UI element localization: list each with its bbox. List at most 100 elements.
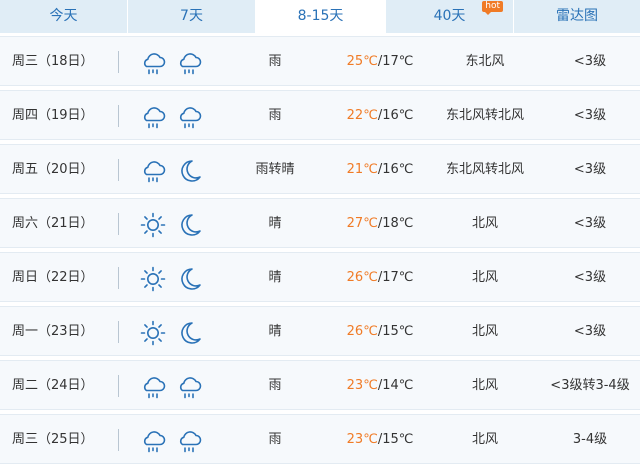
low-temp: /17℃ bbox=[377, 270, 414, 285]
temperature: 23℃/15℃ bbox=[335, 415, 425, 465]
forecast-tabs: 今天 7天 8-15天 40天 hot 雷达图 bbox=[0, 0, 640, 33]
tab-today[interactable]: 今天 bbox=[0, 0, 128, 33]
forecast-row: 周日（22日） 晴 26℃/17℃ 北风 <3级 bbox=[0, 252, 640, 302]
day-label: 周三（18日） bbox=[12, 54, 94, 69]
day-label: 周六（21日） bbox=[12, 216, 94, 231]
low-temp: /14℃ bbox=[377, 378, 414, 393]
tab-8-15-days[interactable]: 8-15天 bbox=[256, 0, 386, 33]
weather-desc: 雨 bbox=[268, 108, 282, 123]
day-label: 周三（25日） bbox=[12, 432, 94, 447]
forecast-row: 周一（23日） 晴 26℃/15℃ 北风 <3级 bbox=[0, 306, 640, 356]
weather-desc: 晴 bbox=[268, 324, 282, 339]
sun-icon bbox=[140, 212, 166, 238]
forecast-row: 周三（18日） 雨 25℃/17℃ 东北风 <3级 bbox=[0, 36, 640, 86]
divider bbox=[118, 429, 119, 451]
wind-direction: 北风 bbox=[471, 378, 498, 393]
wind-level: <3级 bbox=[573, 108, 607, 123]
day-label: 周五（20日） bbox=[12, 162, 94, 177]
moon-icon bbox=[181, 160, 201, 182]
high-temp: 21℃ bbox=[346, 162, 378, 177]
high-temp: 26℃ bbox=[346, 270, 378, 285]
divider bbox=[118, 267, 119, 289]
day-label: 周二（24日） bbox=[12, 378, 94, 393]
day-label: 周一（23日） bbox=[12, 324, 94, 339]
divider bbox=[118, 213, 119, 235]
forecast-row: 周三（25日） 雨 23℃/15℃ 北风 3-4级 bbox=[0, 414, 640, 464]
wind-direction: 东北风转北风 bbox=[445, 162, 524, 177]
temperature: 22℃/16℃ bbox=[335, 91, 425, 141]
low-temp: /16℃ bbox=[377, 162, 414, 177]
hot-badge: hot bbox=[482, 1, 503, 15]
tab-label: 今天 bbox=[49, 8, 78, 24]
temperature: 25℃/17℃ bbox=[335, 37, 425, 87]
forecast-row: 周二（24日） 雨 23℃/14℃ 北风 <3级转3-4级 bbox=[0, 360, 640, 410]
moon-icon bbox=[181, 214, 201, 236]
rain-cloud-icon bbox=[179, 377, 202, 399]
tab-label: 8-15天 bbox=[297, 8, 344, 24]
tab-label: 雷达图 bbox=[556, 8, 598, 24]
sun-icon bbox=[140, 320, 166, 346]
forecast-row: 周五（20日） 雨转晴 21℃/16℃ 东北风转北风 <3级 bbox=[0, 144, 640, 194]
weather-desc: 雨 bbox=[268, 378, 282, 393]
wind-direction: 北风 bbox=[471, 270, 498, 285]
wind-direction: 北风 bbox=[471, 216, 498, 231]
wind-direction: 北风 bbox=[471, 432, 498, 447]
weather-desc: 雨 bbox=[268, 432, 282, 447]
low-temp: /15℃ bbox=[377, 432, 414, 447]
wind-level: <3级 bbox=[573, 54, 607, 69]
day-label: 周四（19日） bbox=[12, 108, 94, 123]
divider bbox=[118, 321, 119, 343]
weather-desc: 晴 bbox=[268, 216, 282, 231]
tab-40-days[interactable]: 40天 hot bbox=[386, 0, 514, 33]
temperature: 27℃/18℃ bbox=[335, 199, 425, 249]
moon-icon bbox=[181, 322, 201, 344]
wind-direction: 北风 bbox=[471, 324, 498, 339]
high-temp: 27℃ bbox=[346, 216, 378, 231]
rain-cloud-icon bbox=[179, 107, 202, 129]
temperature: 26℃/17℃ bbox=[335, 253, 425, 303]
tab-label: 7天 bbox=[180, 8, 203, 24]
wind-level: <3级 bbox=[573, 216, 607, 231]
high-temp: 26℃ bbox=[346, 324, 378, 339]
tab-7-days[interactable]: 7天 bbox=[128, 0, 256, 33]
rain-cloud-icon bbox=[143, 431, 166, 453]
temperature: 21℃/16℃ bbox=[335, 145, 425, 195]
rain-cloud-icon bbox=[179, 431, 202, 453]
temperature: 23℃/14℃ bbox=[335, 361, 425, 411]
weather-desc: 雨转晴 bbox=[255, 162, 295, 177]
temperature: 26℃/15℃ bbox=[335, 307, 425, 357]
rain-cloud-icon bbox=[143, 161, 166, 183]
low-temp: /15℃ bbox=[377, 324, 414, 339]
high-temp: 23℃ bbox=[346, 432, 378, 447]
weather-desc: 雨 bbox=[268, 54, 282, 69]
high-temp: 25℃ bbox=[346, 54, 378, 69]
low-temp: /18℃ bbox=[377, 216, 414, 231]
low-temp: /17℃ bbox=[377, 54, 414, 69]
wind-level: <3级 bbox=[573, 270, 607, 285]
weather-desc: 晴 bbox=[268, 270, 282, 285]
low-temp: /16℃ bbox=[377, 108, 414, 123]
high-temp: 22℃ bbox=[346, 108, 378, 123]
moon-icon bbox=[181, 268, 201, 290]
wind-direction: 东北风转北风 bbox=[445, 108, 524, 123]
wind-direction: 东北风 bbox=[465, 54, 505, 69]
wind-level: <3级 bbox=[573, 324, 607, 339]
divider bbox=[118, 159, 119, 181]
divider bbox=[118, 375, 119, 397]
divider bbox=[118, 51, 119, 73]
tab-label: 40天 bbox=[433, 8, 466, 24]
wind-level: <3级转3-4级 bbox=[550, 378, 630, 393]
tab-radar[interactable]: 雷达图 bbox=[514, 0, 640, 33]
day-label: 周日（22日） bbox=[12, 270, 94, 285]
forecast-row: 周四（19日） 雨 22℃/16℃ 东北风转北风 <3级 bbox=[0, 90, 640, 140]
rain-cloud-icon bbox=[143, 107, 166, 129]
wind-level: <3级 bbox=[573, 162, 607, 177]
high-temp: 23℃ bbox=[346, 378, 378, 393]
wind-level: 3-4级 bbox=[572, 432, 608, 447]
rain-cloud-icon bbox=[143, 53, 166, 75]
sun-icon bbox=[140, 266, 166, 292]
forecast-row: 周六（21日） 晴 27℃/18℃ 北风 <3级 bbox=[0, 198, 640, 248]
rain-cloud-icon bbox=[179, 53, 202, 75]
rain-cloud-icon bbox=[143, 377, 166, 399]
divider bbox=[118, 105, 119, 127]
